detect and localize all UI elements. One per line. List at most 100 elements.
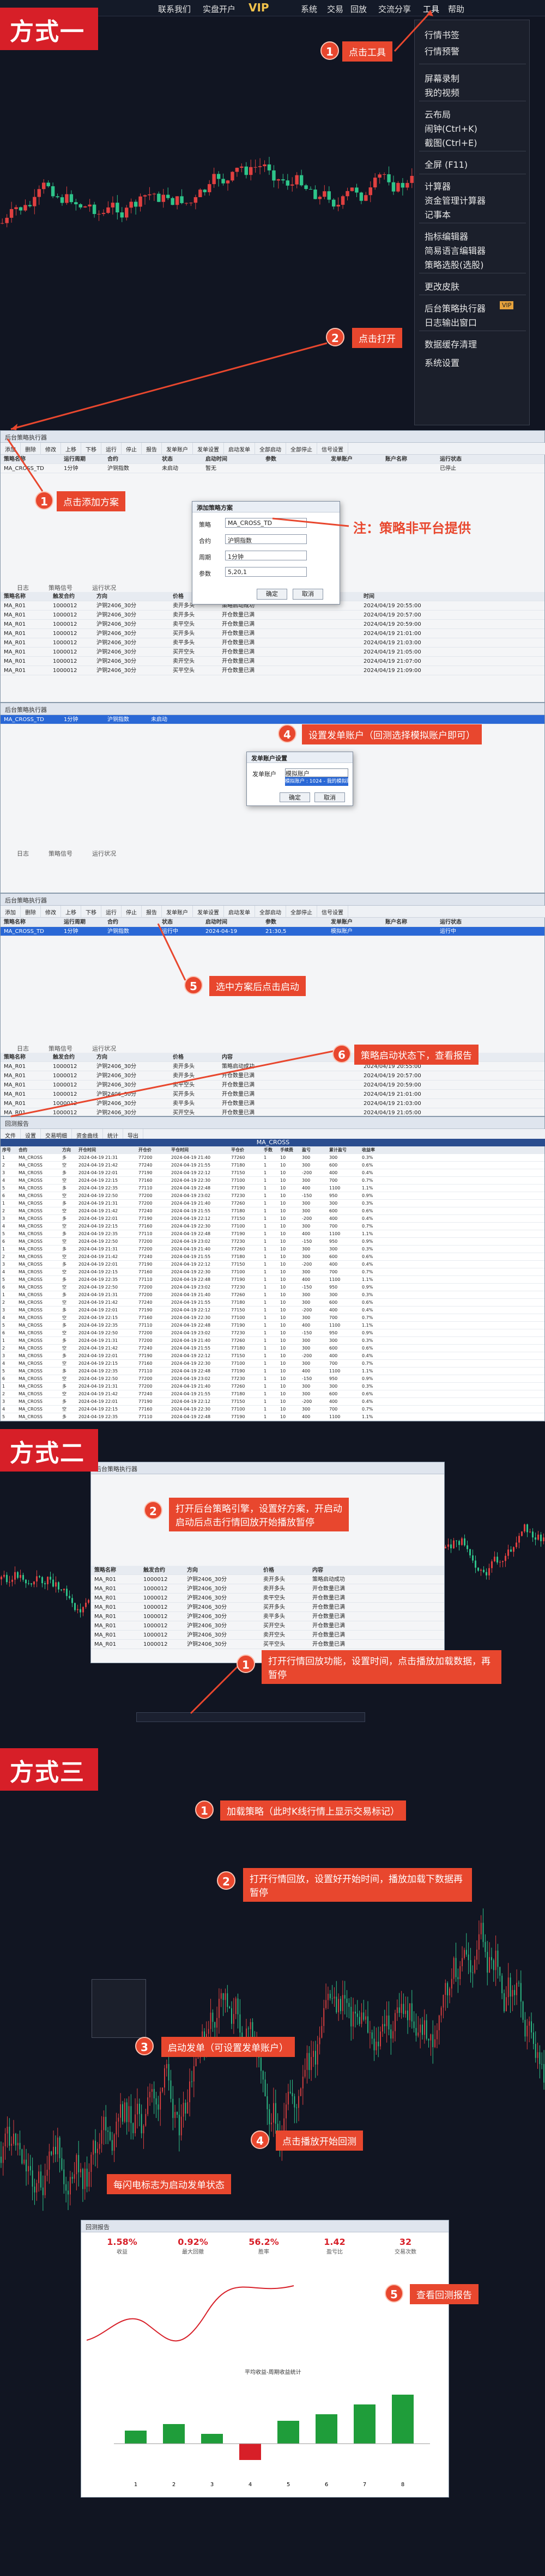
report-row: 5 MA_CROSS 多 2024-04-19 22:35 77110 2024-04-1… xyxy=(1,1413,544,1421)
candle-body xyxy=(273,2103,274,2123)
candle-body xyxy=(34,2187,35,2193)
report3-title: 回测报告 xyxy=(81,2220,449,2232)
candle-body xyxy=(325,2000,326,2009)
candle-body xyxy=(407,2010,408,2020)
report-row: 4 MA_CROSS 空 2024-04-19 22:15 77160 2024-04-1… xyxy=(1,1268,544,1276)
candle-body xyxy=(432,2034,434,2047)
candle-body xyxy=(526,2025,528,2037)
step-number-1c: 1 xyxy=(237,1655,255,1673)
candle-body xyxy=(185,2103,186,2114)
tick-label: 2 xyxy=(172,2482,175,2488)
note-replay: 打开行情回放功能，设置时间，点击播放加载数据，再暂停 xyxy=(262,1650,501,1684)
candle-body xyxy=(474,1960,476,1973)
candle-body xyxy=(392,2031,394,2039)
candle-body xyxy=(313,2050,314,2057)
bar xyxy=(163,2424,185,2444)
tick-label: 8 xyxy=(401,2482,404,2488)
candle-body xyxy=(68,2190,69,2195)
candle-body xyxy=(308,2053,310,2070)
note-replay-3: 打开行情回放，设置好开始时间，播放加载下数据再暂停 xyxy=(243,1868,472,1902)
candle-body xyxy=(32,2170,33,2187)
candle-body xyxy=(331,1998,333,1999)
bar xyxy=(392,2395,414,2444)
candle-body xyxy=(153,2089,155,2098)
candle-body xyxy=(262,2071,264,2080)
stat-label: 胜率 xyxy=(258,2249,269,2255)
candle-body xyxy=(292,2092,293,2097)
candle-body xyxy=(512,1989,513,1997)
candle-body xyxy=(177,2112,178,2115)
candle-body xyxy=(438,2015,440,2030)
candle-body xyxy=(49,2151,50,2170)
note-set-account: 设置发单账户（回测选择模拟账户即可） xyxy=(302,724,482,744)
candle-body xyxy=(239,2014,241,2033)
candle-body xyxy=(1,2157,2,2163)
candle-body xyxy=(168,2064,169,2081)
candle-body xyxy=(90,2154,92,2172)
candle-body xyxy=(537,2052,538,2058)
candle-body xyxy=(532,2032,534,2044)
note-add-plan: 点击添加方案 xyxy=(57,491,125,511)
candle-body xyxy=(356,2013,358,2017)
candle-body xyxy=(459,1966,461,1980)
candle-body xyxy=(355,2011,356,2014)
candle-body xyxy=(495,1950,496,1970)
candle-body xyxy=(497,1950,499,1967)
tick-label: 7 xyxy=(363,2482,366,2488)
candle-body xyxy=(101,2130,102,2144)
account-ok-button[interactable]: 确定 xyxy=(280,792,310,802)
arrow-overlay-1b xyxy=(7,438,349,527)
candle-body xyxy=(344,1995,346,1999)
candle-body xyxy=(260,2058,262,2071)
note-view-report: 查看回测报告 xyxy=(410,2284,479,2304)
candle-body xyxy=(445,1983,446,1995)
tick-label: 4 xyxy=(249,2482,252,2488)
candle-body xyxy=(122,2104,123,2122)
candle-body xyxy=(510,1977,511,1997)
candle-body xyxy=(398,2007,400,2013)
report-row: 4 MA_CROSS 空 2024-04-19 22:15 77160 2024-04-1… xyxy=(1,1223,544,1230)
report-row: 2 MA_CROSS 空 2024-04-19 21:42 77240 2024-04-1… xyxy=(1,1345,544,1352)
report-row: 4 MA_CROSS 空 2024-04-19 22:15 77160 2024-04-1… xyxy=(1,1406,544,1413)
selected-plan-row[interactable]: MA_CROSS_TD 1分钟 沪铜指数 未启动 xyxy=(1,715,544,724)
report-row: 1 MA_CROSS 多 2024-04-19 21:31 77200 2024-04-1… xyxy=(1,1337,544,1345)
candle-body xyxy=(137,2103,138,2115)
tick-label: 3 xyxy=(210,2482,214,2488)
candle-body xyxy=(447,1983,449,1995)
candle-body xyxy=(231,2008,232,2024)
candle-body xyxy=(164,2068,165,2088)
candle-body xyxy=(340,1999,341,2011)
candle-body xyxy=(55,2146,56,2154)
candle-body xyxy=(306,2053,308,2070)
stat-value: 56.2% xyxy=(249,2237,279,2247)
candle-body xyxy=(275,2103,276,2124)
note-open-backtest: 打开后台策略引擎，设置好方案，开启动启动后点击行情回放开始播放暂停 xyxy=(169,1498,349,1531)
candle-body xyxy=(93,2140,94,2155)
account-cancel-button[interactable]: 取消 xyxy=(314,792,345,802)
candle-body xyxy=(113,2134,115,2151)
candle-body xyxy=(342,1995,343,2011)
candle-body xyxy=(183,2103,184,2117)
candle-body xyxy=(514,1989,516,1995)
candle-body xyxy=(520,1983,522,2002)
report-row: 4 MA_CROSS 空 2024-04-19 22:15 77160 2024-04-1… xyxy=(1,1177,544,1185)
section-3: 方式三 1 加载策略（此时K线行情上显示交易标记） 2 打开行情回放，设置好开始… xyxy=(0,1737,545,2576)
candle-body xyxy=(346,1998,348,2003)
section-1-strategy-window: 后台策略执行器 添加 删除 修改 上移 下移 运行 停止 报告 发单账户 发单设置 启动发单 全部启动… xyxy=(0,430,545,703)
log-tabs-2: 日志 策略信号 运行状况 xyxy=(17,850,116,857)
candle-body xyxy=(487,1952,488,1973)
report-row: 5 MA_CROSS 多 2024-04-19 22:35 77110 2024-04-1… xyxy=(1,1185,544,1192)
account-option[interactable]: 模拟账户 : 1024 - 我的模拟账户 xyxy=(285,777,348,786)
report-row: 3 MA_CROSS 多 2024-04-19 22:01 77190 2024-04-1… xyxy=(1,1169,544,1177)
candle-body xyxy=(443,1994,444,2008)
report-row: 3 MA_CROSS 多 2024-04-19 22:01 77190 2024-04-1… xyxy=(1,1307,544,1314)
account-select[interactable]: 模拟账户 xyxy=(285,768,348,777)
candle-body xyxy=(350,2006,352,2026)
report-header: 序号 合约 方向 开仓时间 开仓价 平仓时间 平仓价 手数 手续费 盈亏 累计盈亏 收益率 xyxy=(1,1146,544,1154)
candle-body xyxy=(99,2144,100,2149)
candle-body xyxy=(440,2007,442,2016)
report-toolbar: 文件 设置 交易明细 资金曲线 统计 导出 xyxy=(1,1129,545,1142)
candle-body xyxy=(172,2098,174,2118)
candle-body xyxy=(437,2030,438,2040)
candle-body xyxy=(149,2091,150,2098)
